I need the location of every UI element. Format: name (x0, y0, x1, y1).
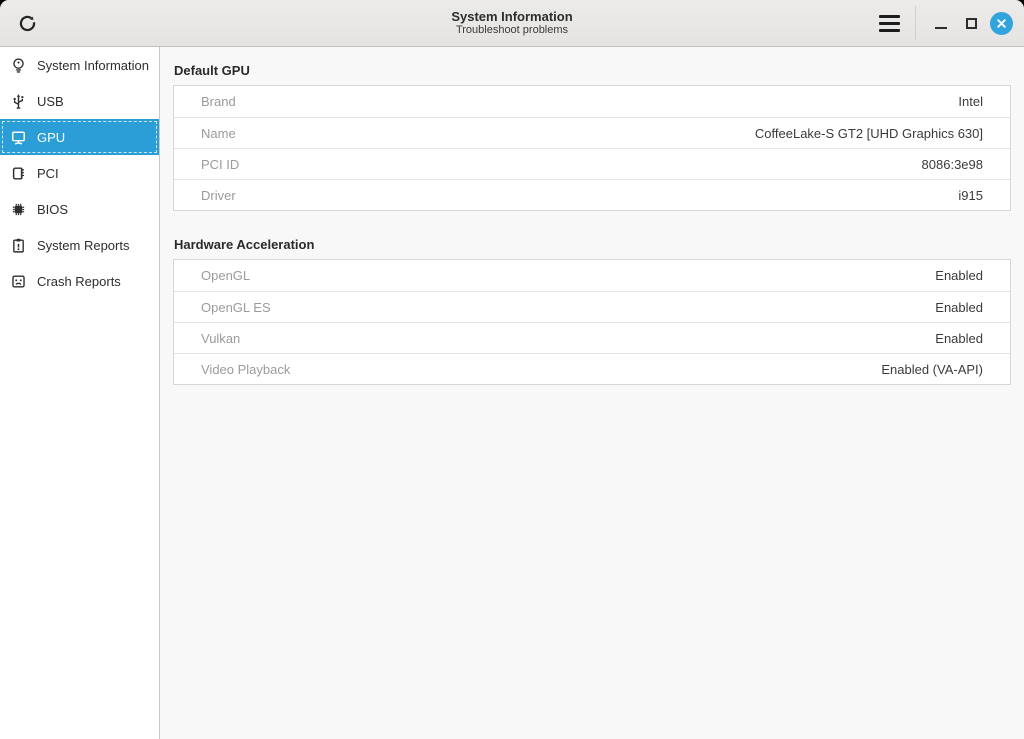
window-subtitle: Troubleshoot problems (456, 24, 568, 37)
maximize-icon (966, 18, 977, 29)
row-label: OpenGL (201, 268, 250, 283)
row-label: Video Playback (201, 362, 290, 377)
sidebar-item-label: GPU (37, 130, 65, 145)
row-label: Brand (201, 94, 236, 109)
window-controls (869, 0, 1024, 46)
sidebar-item-crash-reports[interactable]: Crash Reports (0, 263, 159, 299)
sidebar-item-bios[interactable]: BIOS (0, 191, 159, 227)
hamburger-menu-icon (879, 15, 900, 32)
pci-card-icon (10, 165, 27, 182)
sidebar: System Information USB (0, 47, 160, 739)
main-content: Default GPU Brand Intel Name CoffeeLake-… (160, 47, 1024, 739)
usb-icon (10, 93, 27, 110)
sidebar-item-usb[interactable]: USB (0, 83, 159, 119)
info-table-hardware-acceleration: OpenGL Enabled OpenGL ES Enabled Vulkan … (173, 259, 1011, 385)
monitor-icon (10, 129, 27, 146)
row-value: 8086:3e98 (922, 157, 983, 172)
sidebar-item-gpu[interactable]: GPU (0, 119, 159, 155)
titlebar: System Information Troubleshoot problems (0, 0, 1024, 47)
refresh-button[interactable] (14, 10, 40, 36)
sidebar-item-label: PCI (37, 166, 59, 181)
row-value: Enabled (935, 268, 983, 283)
table-row: OpenGL ES Enabled (174, 291, 1010, 322)
sidebar-item-label: USB (37, 94, 64, 109)
row-value: i915 (958, 188, 983, 203)
crash-face-icon (10, 273, 27, 290)
close-button[interactable] (986, 6, 1016, 40)
table-row: PCI ID 8086:3e98 (174, 148, 1010, 179)
row-value: CoffeeLake-S GT2 [UHD Graphics 630] (755, 126, 983, 141)
clipboard-report-icon (10, 237, 27, 254)
app-menu-button[interactable] (869, 6, 909, 40)
row-label: PCI ID (201, 157, 239, 172)
sidebar-item-pci[interactable]: PCI (0, 155, 159, 191)
window-body: System Information USB (0, 47, 1024, 739)
lightbulb-icon (10, 57, 27, 74)
sidebar-item-label: System Reports (37, 238, 129, 253)
info-table-default-gpu: Brand Intel Name CoffeeLake-S GT2 [UHD G… (173, 85, 1011, 211)
minimize-icon (935, 27, 947, 29)
row-label: OpenGL ES (201, 300, 271, 315)
sidebar-item-label: System Information (37, 58, 149, 73)
row-label: Name (201, 126, 236, 141)
maximize-button[interactable] (956, 6, 986, 40)
section-title: Hardware Acceleration (173, 234, 1011, 259)
minimize-button[interactable] (926, 6, 956, 40)
chip-icon (10, 201, 27, 218)
refresh-icon (17, 13, 38, 34)
section-title: Default GPU (173, 60, 1011, 85)
table-row: Driver i915 (174, 179, 1010, 210)
row-label: Vulkan (201, 331, 240, 346)
table-row: Name CoffeeLake-S GT2 [UHD Graphics 630] (174, 117, 1010, 148)
app-window: System Information Troubleshoot problems (0, 0, 1024, 739)
row-value: Enabled (935, 300, 983, 315)
sidebar-item-system-information[interactable]: System Information (0, 47, 159, 83)
titlebar-separator (915, 6, 916, 40)
sidebar-item-label: BIOS (37, 202, 68, 217)
table-row: Video Playback Enabled (VA-API) (174, 353, 1010, 384)
section-default-gpu: Default GPU Brand Intel Name CoffeeLake-… (173, 60, 1011, 211)
sidebar-item-system-reports[interactable]: System Reports (0, 227, 159, 263)
section-hardware-acceleration: Hardware Acceleration OpenGL Enabled Ope… (173, 234, 1011, 385)
table-row: OpenGL Enabled (174, 260, 1010, 291)
window-title: System Information (451, 9, 572, 24)
row-value: Intel (958, 94, 983, 109)
table-row: Brand Intel (174, 86, 1010, 117)
sidebar-item-label: Crash Reports (37, 274, 121, 289)
close-icon (990, 12, 1013, 35)
row-value: Enabled (VA-API) (881, 362, 983, 377)
row-value: Enabled (935, 331, 983, 346)
row-label: Driver (201, 188, 236, 203)
table-row: Vulkan Enabled (174, 322, 1010, 353)
